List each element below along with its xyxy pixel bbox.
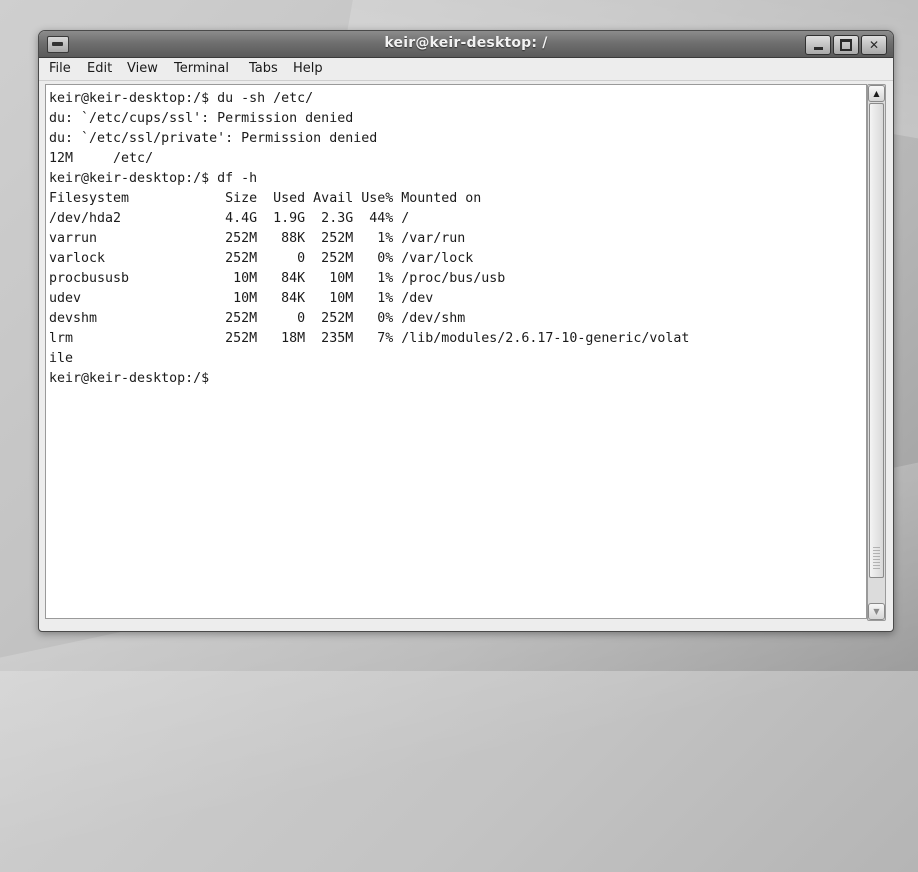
scrollbar-thumb[interactable]	[869, 103, 884, 578]
maximize-button[interactable]	[833, 35, 859, 55]
menu-terminal[interactable]: Terminal	[174, 61, 229, 76]
terminal-line: varrun 252M 88K 252M 1% /var/run	[49, 231, 466, 246]
terminal-line: procbususb 10M 84K 10M 1% /proc/bus/usb	[49, 271, 506, 286]
minimize-button[interactable]	[805, 35, 831, 55]
terminal-line: devshm 252M 0 252M 0% /dev/shm	[49, 311, 466, 326]
terminal-output[interactable]: keir@keir-desktop:/$ du -sh /etc/ du: `/…	[45, 84, 867, 619]
vertical-scrollbar[interactable]: ▲ ▼	[867, 84, 886, 621]
scroll-down-arrow-icon[interactable]: ▼	[868, 603, 885, 620]
terminal-line: keir@keir-desktop:/$ df -h	[49, 171, 258, 186]
title-bar[interactable]: keir@keir-desktop: / ✕	[39, 31, 893, 58]
menu-tabs[interactable]: Tabs	[249, 61, 278, 76]
terminal-text: keir@keir-desktop:/$ du -sh /etc/ du: `/…	[46, 85, 866, 389]
maximize-icon	[840, 39, 852, 51]
terminal-prompt: keir@keir-desktop:/$	[49, 371, 210, 386]
terminal-line: varlock 252M 0 252M 0% /var/lock	[49, 251, 474, 266]
window-title: keir@keir-desktop: /	[384, 35, 548, 51]
menu-file[interactable]: File	[49, 61, 71, 76]
terminal-line: 12M /etc/	[49, 151, 154, 166]
terminal-line: keir@keir-desktop:/$ du -sh /etc/	[49, 91, 314, 106]
close-icon: ✕	[868, 38, 880, 52]
scroll-up-arrow-icon[interactable]: ▲	[868, 85, 885, 102]
menu-help[interactable]: Help	[293, 61, 323, 76]
terminal-line: du: `/etc/cups/ssl': Permission denied	[49, 111, 354, 126]
terminal-line: udev 10M 84K 10M 1% /dev	[49, 291, 434, 306]
minimize-icon	[813, 46, 823, 50]
menu-edit[interactable]: Edit	[87, 61, 112, 76]
terminal-line: Filesystem Size Used Avail Use% Mounted …	[49, 191, 482, 206]
terminal-line: lrm 252M 18M 235M 7% /lib/modules/2.6.17…	[49, 331, 690, 346]
terminal-line: ile	[49, 351, 74, 366]
terminal-line: du: `/etc/ssl/private': Permission denie…	[49, 131, 378, 146]
window-controls: ✕	[805, 35, 887, 55]
menu-view[interactable]: View	[127, 61, 158, 76]
menu-bar: File Edit View Terminal Tabs Help	[39, 58, 893, 81]
scrollbar-grip	[873, 547, 880, 571]
close-button[interactable]: ✕	[861, 35, 887, 55]
terminal-line: /dev/hda2 4.4G 1.9G 2.3G 44% /	[49, 211, 410, 226]
terminal-window: keir@keir-desktop: / ✕ File Edit View Te…	[38, 30, 894, 632]
